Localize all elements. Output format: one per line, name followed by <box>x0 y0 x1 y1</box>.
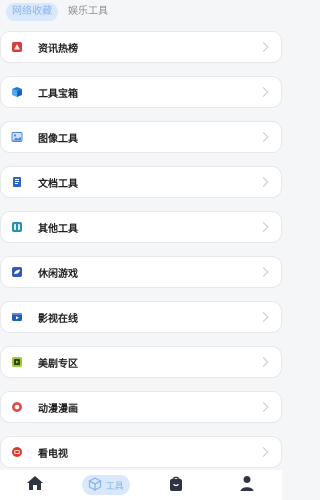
list-item-watch-tv[interactable]: 看电视 <box>0 436 282 468</box>
list-item-us-series[interactable]: 美剧专区 <box>0 346 282 378</box>
list-item-label: 工具宝箱 <box>38 88 78 100</box>
image-icon <box>11 131 23 143</box>
nav-bag[interactable] <box>152 473 200 497</box>
nav-tools-active-pill: 工具 <box>81 475 130 495</box>
tab-entertainment-tools[interactable]: 娱乐工具 <box>62 3 114 21</box>
toolbox-icon <box>11 86 23 98</box>
list-item-other-tools[interactable]: 其他工具 <box>0 211 282 243</box>
list-item-label: 其他工具 <box>38 223 78 235</box>
list-item-label: 看电视 <box>38 448 68 460</box>
tv-series-icon <box>11 356 23 368</box>
nav-profile[interactable] <box>223 473 271 497</box>
anime-icon <box>11 401 23 413</box>
hot-list-icon <box>11 41 23 53</box>
list-item-label: 休闲游戏 <box>38 268 78 280</box>
list-item-label: 美剧专区 <box>38 358 78 370</box>
list-item-label: 动漫漫画 <box>38 403 78 415</box>
document-icon <box>11 176 23 188</box>
tab-network-favorites[interactable]: 网络收藏 <box>6 3 58 21</box>
nav-tools[interactable]: 工具 <box>81 473 130 497</box>
list-item-casual-games[interactable]: 休闲游戏 <box>0 256 282 288</box>
list-item-hot-news[interactable]: 资讯热榜 <box>0 31 282 63</box>
list-item-toolbox[interactable]: 工具宝箱 <box>0 76 282 108</box>
profile-icon <box>238 474 256 496</box>
top-tabs: 网络收藏 娱乐工具 <box>0 0 282 24</box>
bag-icon <box>167 474 185 496</box>
list-item-document-tools[interactable]: 文档工具 <box>0 166 282 198</box>
nav-home[interactable] <box>11 473 59 497</box>
list-item-label: 资讯热榜 <box>38 43 78 55</box>
list-item-label: 影视在线 <box>38 313 78 325</box>
game-icon <box>11 266 23 278</box>
video-icon <box>11 311 23 323</box>
list-item-anime-comics[interactable]: 动漫漫画 <box>0 391 282 423</box>
tools-cube-icon <box>87 476 102 495</box>
list-item-online-video[interactable]: 影视在线 <box>0 301 282 333</box>
list-item-label: 图像工具 <box>38 133 78 145</box>
other-tools-icon <box>11 221 23 233</box>
tv-icon <box>11 446 23 458</box>
list-item-image-tools[interactable]: 图像工具 <box>0 121 282 153</box>
home-icon <box>26 475 44 495</box>
nav-tools-label: 工具 <box>105 481 124 492</box>
bottom-navigation: 工具 <box>0 470 282 500</box>
list-item-label: 文档工具 <box>38 178 78 190</box>
